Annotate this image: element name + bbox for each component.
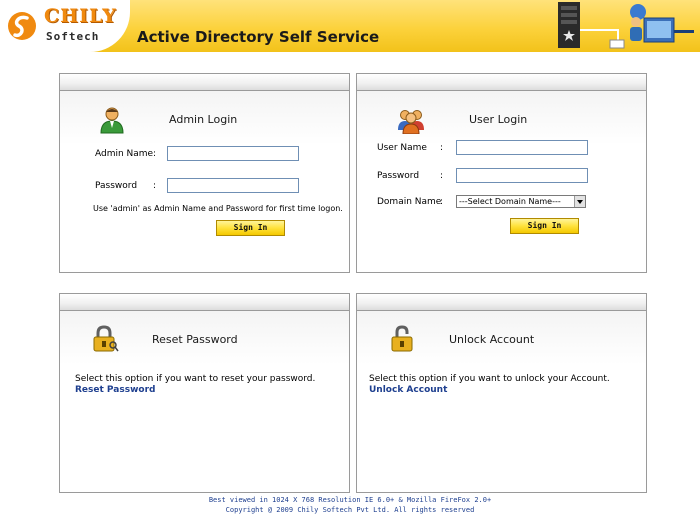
panel-header xyxy=(60,294,349,311)
domain-name-colon: : xyxy=(440,197,444,207)
reset-password-link[interactable]: Reset Password xyxy=(75,385,155,395)
admin-name-input[interactable] xyxy=(167,146,299,161)
reset-password-title: Reset Password xyxy=(152,333,238,346)
user-sign-in-button[interactable]: Sign In xyxy=(510,218,579,234)
unlock-account-panel: Unlock Account Select this option if you… xyxy=(356,293,647,493)
user-password-input[interactable] xyxy=(456,168,588,183)
reset-password-description: Select this option if you want to reset … xyxy=(75,374,316,384)
unlock-account-description: Select this option if you want to unlock… xyxy=(369,374,610,384)
server-network-icon xyxy=(558,2,694,49)
domain-name-label: Domain Name xyxy=(377,197,442,207)
admin-password-input[interactable] xyxy=(167,178,299,193)
domain-select[interactable]: ---Select Domain Name--- xyxy=(456,195,586,208)
user-password-colon: : xyxy=(440,171,444,181)
user-name-input[interactable] xyxy=(456,140,588,155)
chily-logo-icon xyxy=(8,12,36,40)
logo-name: CHILY xyxy=(44,5,117,27)
user-login-title: User Login xyxy=(469,113,528,126)
admin-name-colon: : xyxy=(153,149,157,159)
page-title: Active Directory Self Service xyxy=(137,28,380,46)
admin-password-colon: : xyxy=(153,181,157,191)
admin-hint-text: Use 'admin' as Admin Name and Password f… xyxy=(93,204,343,213)
open-padlock-icon xyxy=(391,325,413,352)
admin-login-title: Admin Login xyxy=(169,113,238,126)
admin-name-label: Admin Name xyxy=(95,149,154,159)
users-group-icon xyxy=(398,110,424,134)
padlock-key-icon xyxy=(93,325,119,352)
admin-user-icon xyxy=(100,107,124,134)
domain-select-value: ---Select Domain Name--- xyxy=(459,197,561,206)
unlock-account-link[interactable]: Unlock Account xyxy=(369,385,447,395)
footer-copyright: Copyright @ 2009 Chily Softech Pvt Ltd. … xyxy=(225,506,475,514)
header-banner: CHILY Softech Active Directory Self Serv… xyxy=(0,0,700,52)
footer-browser-note: Best viewed in 1024 X 768 Resolution IE … xyxy=(208,496,492,504)
user-name-colon: : xyxy=(440,143,444,153)
panel-header xyxy=(357,74,646,91)
admin-sign-in-button[interactable]: Sign In xyxy=(216,220,285,236)
user-name-label: User Name xyxy=(377,143,427,153)
logo-subtitle: Softech xyxy=(46,30,100,43)
user-login-panel: User Login User Name : Password : Domain… xyxy=(356,73,647,273)
panel-header xyxy=(357,294,646,311)
panel-header xyxy=(60,74,349,91)
unlock-account-title: Unlock Account xyxy=(449,333,535,346)
admin-password-label: Password xyxy=(95,181,138,191)
reset-password-panel: Reset Password Select this option if you… xyxy=(59,293,350,493)
chevron-down-icon[interactable] xyxy=(574,196,585,207)
user-password-label: Password xyxy=(377,171,420,181)
admin-login-panel: Admin Login Admin Name : Password : Use … xyxy=(59,73,350,273)
